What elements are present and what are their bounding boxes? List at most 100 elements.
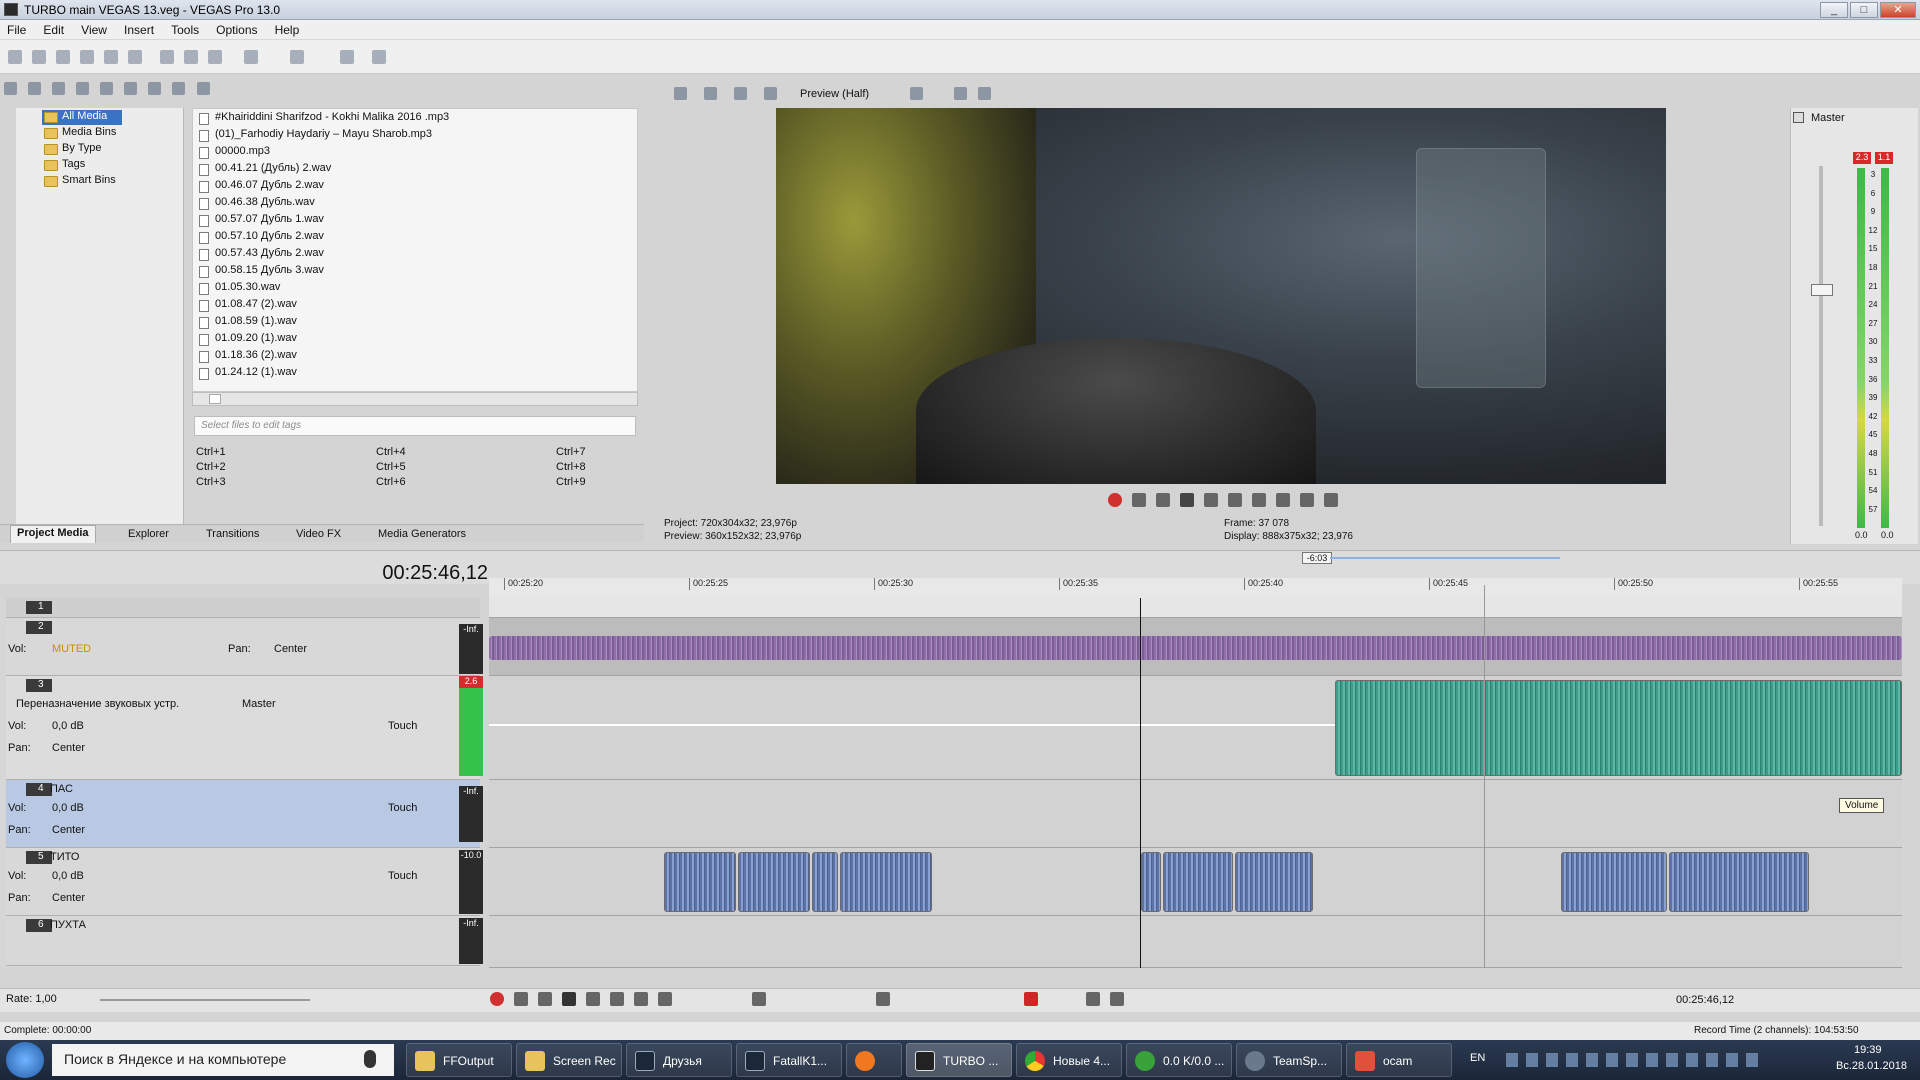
start-button[interactable] — [6, 1042, 44, 1078]
automation-mode[interactable]: Touch — [388, 802, 417, 814]
menu-options[interactable]: Options — [209, 20, 264, 37]
media-file[interactable]: 00.58.15 Дубль 3.wav — [199, 264, 324, 281]
search-icon[interactable] — [196, 82, 210, 95]
track-header-2[interactable]: 2 Vol: MUTED Pan: Center -Inf. — [6, 618, 483, 676]
audio-event[interactable] — [1669, 852, 1809, 912]
playhead[interactable] — [1140, 598, 1141, 968]
media-file[interactable]: 00.57.07 Дубль 1.wav — [199, 213, 324, 230]
play-from-start-icon[interactable] — [538, 992, 552, 1006]
stop-media-icon[interactable] — [148, 82, 162, 95]
taskbar-item[interactable] — [846, 1043, 902, 1077]
taskbar-item[interactable]: TeamSp... — [1236, 1043, 1342, 1077]
open-icon[interactable] — [32, 50, 46, 64]
region-marker[interactable]: -6:03 — [1302, 552, 1332, 564]
normal-edit-tool-icon[interactable] — [752, 992, 766, 1006]
audio-event[interactable] — [840, 852, 932, 912]
loop-icon[interactable] — [514, 992, 528, 1006]
media-file[interactable]: 00000.mp3 — [199, 145, 270, 162]
track-lane-2[interactable] — [489, 618, 1902, 676]
automation-mode[interactable]: Touch — [388, 870, 417, 882]
play-icon[interactable] — [562, 992, 576, 1006]
delete-icon[interactable] — [876, 992, 890, 1006]
scroll-thumb[interactable] — [209, 394, 221, 404]
track-name[interactable]: ПАС — [50, 783, 73, 795]
get-media-icon[interactable] — [52, 82, 66, 95]
tab-media-generators[interactable]: Media Generators — [372, 527, 472, 541]
track-lane-6[interactable] — [489, 916, 1902, 968]
volume-envelope[interactable] — [489, 724, 1335, 726]
media-file[interactable]: 01.05.30.wav — [199, 281, 280, 298]
views-icon[interactable] — [172, 82, 186, 95]
taskbar-item[interactable]: Screen Rec — [516, 1043, 622, 1077]
media-fx-icon[interactable] — [100, 82, 114, 95]
menu-view[interactable]: View — [74, 20, 114, 37]
snapping-icon[interactable] — [1086, 992, 1100, 1006]
tag-editor-input[interactable]: Select files to edit tags — [194, 416, 636, 436]
prev-frame-icon[interactable] — [1300, 493, 1314, 507]
close-button[interactable]: ✕ — [1880, 2, 1916, 18]
audio-event[interactable] — [489, 636, 1902, 660]
render-icon[interactable] — [104, 50, 118, 64]
insert-marker-icon[interactable] — [1024, 992, 1038, 1006]
project-properties-icon[interactable] — [674, 87, 687, 100]
track-header-6[interactable]: 6 ПУХТА -Inf. — [6, 916, 483, 966]
tree-by-type[interactable]: By Type — [42, 142, 102, 157]
audio-event[interactable] — [1561, 852, 1667, 912]
track-lane-1[interactable] — [489, 598, 1902, 618]
undo-icon[interactable] — [244, 50, 258, 64]
video-fx-icon[interactable] — [734, 87, 747, 100]
play-from-start-icon[interactable] — [1156, 493, 1170, 507]
record-icon[interactable] — [490, 992, 504, 1006]
play-icon[interactable] — [1180, 493, 1194, 507]
tree-media-bins[interactable]: Media Bins — [42, 126, 116, 141]
next-frame-icon[interactable] — [1324, 493, 1338, 507]
tab-transitions[interactable]: Transitions — [200, 527, 265, 541]
media-file[interactable]: 00.46.38 Дубль.wav — [199, 196, 315, 213]
menu-help[interactable]: Help — [268, 20, 307, 37]
audio-event[interactable] — [1335, 680, 1902, 776]
taskbar-item[interactable]: 0.0 K/0.0 ... — [1126, 1043, 1232, 1077]
audio-event[interactable] — [1235, 852, 1313, 912]
taskbar-item[interactable]: Друзья — [626, 1043, 732, 1077]
routing-target[interactable]: Master — [242, 698, 276, 710]
go-to-end-icon[interactable] — [658, 992, 672, 1006]
media-file[interactable]: 00.57.10 Дубль 2.wav — [199, 230, 324, 247]
taskbar-item[interactable]: Новые 4... — [1016, 1043, 1122, 1077]
menu-tools[interactable]: Tools — [164, 20, 206, 37]
track-header-3[interactable]: 3 Переназначение звуковых устр. Master V… — [6, 676, 483, 780]
save-snapshot-icon[interactable] — [978, 87, 991, 100]
language-indicator[interactable]: EN — [1470, 1052, 1485, 1064]
play-media-icon[interactable] — [124, 82, 138, 95]
rate-slider[interactable] — [100, 999, 310, 1001]
tab-project-media[interactable]: Project Media — [10, 525, 96, 543]
file-list-scrollbar[interactable] — [192, 392, 638, 406]
master-fader-handle[interactable] — [1811, 284, 1833, 296]
track-header-1[interactable]: 1 — [6, 598, 480, 618]
menu-edit[interactable]: Edit — [36, 20, 71, 37]
audio-event[interactable] — [812, 852, 838, 912]
tree-tags[interactable]: Tags — [42, 158, 85, 173]
go-to-start-icon[interactable] — [634, 992, 648, 1006]
tray-icons[interactable] — [1506, 1053, 1766, 1067]
menu-insert[interactable]: Insert — [117, 20, 161, 37]
overlays-icon[interactable] — [910, 87, 923, 100]
taskbar-item[interactable]: FatallK1... — [736, 1043, 842, 1077]
media-file[interactable]: 00.57.43 Дубль 2.wav — [199, 247, 324, 264]
track-lane-4[interactable] — [489, 780, 1902, 848]
loop-icon[interactable] — [1132, 493, 1146, 507]
copy-icon[interactable] — [184, 50, 198, 64]
edit-tool-icon[interactable] — [340, 50, 354, 64]
track-name[interactable]: ТИТО — [50, 851, 79, 863]
media-file[interactable]: (01)_Farhodiy Haydariy – Mayu Sharob.mp3 — [199, 128, 432, 145]
import-media-icon[interactable] — [4, 82, 17, 95]
minimize-button[interactable]: _ — [1820, 2, 1848, 18]
audio-event[interactable] — [1163, 852, 1233, 912]
remove-media-icon[interactable] — [76, 82, 90, 95]
menu-file[interactable]: File — [0, 20, 33, 37]
copy-snapshot-icon[interactable] — [954, 87, 967, 100]
output-routing[interactable]: Переназначение звуковых устр. — [16, 698, 179, 710]
cut-icon[interactable] — [160, 50, 174, 64]
split-screen-icon[interactable] — [764, 87, 777, 100]
media-file[interactable]: 01.24.12 (1).wav — [199, 366, 297, 383]
media-file[interactable]: #Khairiddini Sharifzod - Kokhi Malika 20… — [199, 111, 449, 128]
